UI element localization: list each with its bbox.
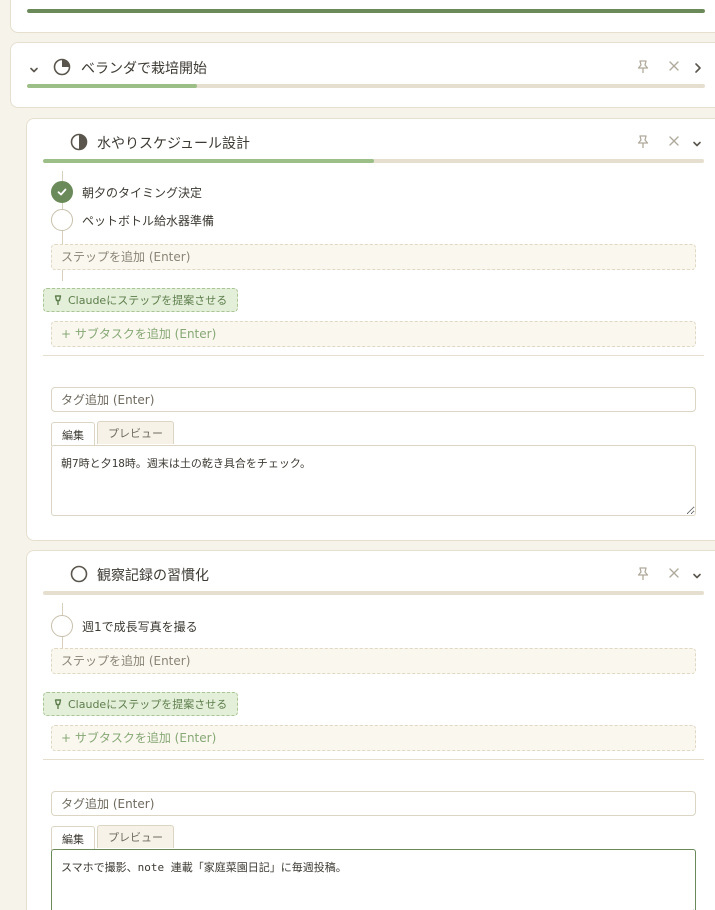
pin-icon[interactable] <box>635 134 651 153</box>
step-label[interactable]: ペットボトル給水器準備 <box>82 212 214 229</box>
check-icon <box>57 188 67 196</box>
goal-progress-bar <box>27 9 705 13</box>
pin-icon[interactable] <box>635 59 651 78</box>
subtask-progress-bar <box>43 159 704 163</box>
lightbulb-icon <box>54 294 62 305</box>
chevron-down-icon[interactable] <box>691 135 703 154</box>
task-card-veranda: ベランダで栽培開始 <box>10 42 715 108</box>
half-progress-icon <box>70 133 88 155</box>
section-divider <box>43 759 704 760</box>
add-subtask-input[interactable] <box>51 725 696 751</box>
tab-edit[interactable]: 編集 <box>51 422 95 446</box>
subtask-card-watering: 水やりスケジュール設計 朝夕のタイミング決定 ペットボトル給水器準備 Claud… <box>26 118 715 541</box>
add-subtask-input[interactable] <box>51 321 696 347</box>
chevron-down-icon[interactable] <box>28 61 40 80</box>
step-item: ペットボトル給水器準備 <box>51 209 214 231</box>
subtask-title[interactable]: 観察記録の習慣化 <box>97 565 209 585</box>
empty-progress-icon <box>70 565 88 587</box>
suggest-steps-label: Claudeにステップを提案させる <box>68 698 228 711</box>
step-checkbox[interactable] <box>51 181 73 203</box>
notes-textarea[interactable]: 朝7時と夕18時。週末は土の乾き具合をチェック。 <box>51 445 696 516</box>
goal-card-top <box>10 0 715 33</box>
section-divider <box>43 355 704 356</box>
close-icon[interactable] <box>667 566 681 583</box>
close-icon[interactable] <box>667 59 681 76</box>
subtask-title[interactable]: 水やりスケジュール設計 <box>97 133 250 153</box>
task-progress-bar <box>27 84 705 88</box>
add-step-input[interactable] <box>51 648 696 674</box>
tab-preview[interactable]: プレビュー <box>97 825 174 848</box>
task-title[interactable]: ベランダで栽培開始 <box>81 58 207 78</box>
suggest-steps-button[interactable]: Claudeにステップを提案させる <box>43 288 239 312</box>
chevron-down-icon[interactable] <box>691 567 703 586</box>
goal-progress-fill <box>27 9 705 13</box>
tag-input[interactable] <box>51 387 696 412</box>
step-label[interactable]: 週1で成長写真を撮る <box>82 618 198 635</box>
suggest-steps-button[interactable]: Claudeにステップを提案させる <box>43 692 239 716</box>
tab-edit[interactable]: 編集 <box>51 826 95 850</box>
task-progress-fill <box>27 84 197 88</box>
add-step-input[interactable] <box>51 244 696 270</box>
notes-textarea[interactable]: スマホで撮影、note 連載「家庭菜園日記」に毎週投稿。 <box>51 849 696 910</box>
step-checkbox[interactable] <box>51 209 73 231</box>
lightbulb-icon <box>54 698 62 709</box>
step-label[interactable]: 朝夕のタイミング決定 <box>82 184 202 201</box>
subtask-progress-bar <box>43 591 704 595</box>
subtask-card-observation: 観察記録の習慣化 週1で成長写真を撮る Claudeにステップを提案させる 編集… <box>26 550 715 910</box>
chevron-right-icon[interactable] <box>692 60 704 79</box>
close-icon[interactable] <box>667 134 681 151</box>
tab-preview[interactable]: プレビュー <box>97 421 174 444</box>
tag-input[interactable] <box>51 791 696 816</box>
step-item: 週1で成長写真を撮る <box>51 615 198 637</box>
pin-icon[interactable] <box>635 566 651 585</box>
subtask-progress-fill <box>43 159 374 163</box>
progress-pie-icon <box>53 58 71 80</box>
step-item: 朝夕のタイミング決定 <box>51 181 202 203</box>
step-checkbox[interactable] <box>51 615 73 637</box>
suggest-steps-label: Claudeにステップを提案させる <box>68 294 228 307</box>
